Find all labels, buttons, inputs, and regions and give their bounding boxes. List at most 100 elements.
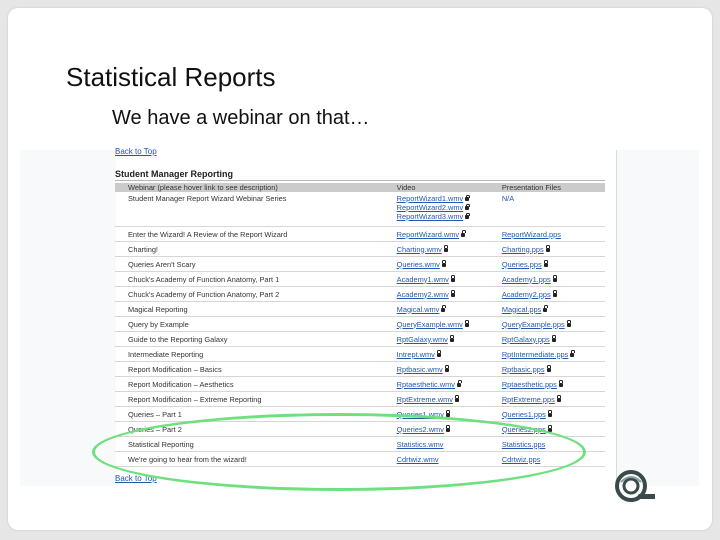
presentation-link[interactable]: Rptaesthetic.pps: [502, 380, 557, 389]
video-cell: ReportWizard1.wmv ReportWizard2.wmv Report…: [397, 194, 502, 221]
table-row: Report Modification – Extreme Reporting R…: [115, 392, 605, 407]
lock-icon: [449, 335, 455, 342]
webinar-name: Magical Reporting: [128, 304, 188, 314]
video-link[interactable]: QueryExample.wmv: [397, 320, 463, 329]
presentation-cell: Academy1.pps: [502, 275, 605, 284]
webinar-name: Query by Example: [128, 319, 189, 329]
video-cell: QueryExample.wmv: [397, 320, 502, 329]
video-link[interactable]: RptExtreme.wmv: [397, 395, 453, 404]
slide-title: Statistical Reports: [66, 62, 276, 92]
video-link[interactable]: Rptbasic.wmv: [397, 365, 443, 374]
video-link[interactable]: Academy1.wmv: [397, 275, 449, 284]
back-to-top-link[interactable]: Back to Top: [115, 147, 157, 156]
presentation-link[interactable]: QueryExample.pps: [502, 320, 565, 329]
webinar-name: Report Modification – Basics: [128, 364, 222, 374]
video-link[interactable]: ReportWizard1.wmv: [397, 194, 464, 203]
video-cell: RptGalaxy.wmv: [397, 335, 502, 344]
lock-icon: [552, 275, 558, 282]
video-cell: Academy2.wmv: [397, 290, 502, 299]
lock-icon: [464, 320, 470, 327]
webinar-name: Queries Aren't Scary: [128, 259, 196, 269]
presentation-cell: Academy2.pps: [502, 290, 605, 299]
video-cell: Queries.wmv: [397, 260, 502, 269]
presentation-cell: Queries1.pps: [502, 410, 605, 419]
presentation-cell: Charting.pps: [502, 245, 605, 254]
presentation-link[interactable]: Queries.pps: [502, 260, 542, 269]
presentation-link[interactable]: Queries1.pps: [502, 410, 546, 419]
lock-icon: [465, 194, 470, 201]
lock-icon: [547, 410, 553, 417]
presentation-cell: RptGalaxy.pps: [502, 335, 605, 344]
table-row: Enter the Wizard! A Review of the Report…: [115, 227, 605, 242]
lock-icon: [444, 365, 450, 372]
lock-icon: [450, 275, 456, 282]
video-link[interactable]: Magical.wmv: [397, 305, 440, 314]
webinar-name: Report Modification – Extreme Reporting: [128, 394, 262, 404]
webinar-name: Guide to the Reporting Galaxy: [128, 334, 228, 344]
table-row: Report Modification – Aesthetics Rptaesth…: [115, 377, 605, 392]
webinar-name: Chuck's Academy of Function Anatomy, Par…: [128, 274, 280, 284]
section-divider: [115, 180, 605, 181]
lock-icon: [450, 290, 456, 297]
webinar-name: Report Modification – Aesthetics: [128, 379, 234, 389]
video-cell: Charting.wmv: [397, 245, 502, 254]
presentation-link[interactable]: Academy1.pps: [502, 275, 551, 284]
video-link[interactable]: Intrept.wmv: [397, 350, 435, 359]
video-cell: Rptaesthetic.wmv: [397, 380, 502, 389]
presentation-link[interactable]: RptExtreme.pps: [502, 395, 555, 404]
presentation-cell: Magical.pps: [502, 305, 605, 314]
presentation-link[interactable]: ReportWizard.pps: [502, 230, 561, 239]
lock-icon: [543, 260, 549, 267]
lock-icon: [457, 380, 462, 387]
presentation-cell: Rptbasic.pps: [502, 365, 605, 374]
video-link[interactable]: ReportWizard.wmv: [397, 230, 459, 239]
webinar-name: Enter the Wizard! A Review of the Report…: [128, 229, 288, 239]
table-row: Charting! Charting.wmv Charting.pps: [115, 242, 605, 257]
webinar-name: Chuck's Academy of Function Anatomy, Par…: [128, 289, 280, 299]
lock-icon: [465, 203, 470, 210]
lock-icon: [566, 320, 572, 327]
table-row: Chuck's Academy of Function Anatomy, Par…: [115, 287, 605, 302]
presentation-link[interactable]: Rptbasic.pps: [502, 365, 545, 374]
presentation-cell: N/A: [502, 194, 605, 203]
highlight-ellipse: [92, 413, 586, 491]
video-link[interactable]: RptGalaxy.wmv: [397, 335, 448, 344]
presentation-link[interactable]: Charting.pps: [502, 245, 544, 254]
lock-icon: [465, 212, 470, 219]
presentation-link[interactable]: RptIntermediate.pps: [502, 350, 569, 359]
presentation-link[interactable]: Magical.pps: [502, 305, 541, 314]
table-row: Student Manager Report Wizard Webinar Se…: [115, 192, 605, 227]
webinar-name: Charting!: [128, 244, 158, 254]
lock-icon: [461, 230, 466, 237]
presentation-cell: RptIntermediate.pps: [502, 350, 605, 359]
video-link[interactable]: Queries.wmv: [397, 260, 440, 269]
video-link[interactable]: ReportWizard2.wmv: [397, 203, 464, 212]
video-link[interactable]: Rptaesthetic.wmv: [397, 380, 455, 389]
video-link[interactable]: ReportWizard3.wmv: [397, 212, 464, 221]
presentation-cell: Queries.pps: [502, 260, 605, 269]
presentation-link[interactable]: RptGalaxy.pps: [502, 335, 550, 344]
lock-icon: [546, 365, 552, 372]
header-video: Video: [396, 183, 416, 192]
video-link[interactable]: Charting.wmv: [397, 245, 442, 254]
video-link[interactable]: Academy2.wmv: [397, 290, 449, 299]
table-row: Guide to the Reporting Galaxy RptGalaxy.w…: [115, 332, 605, 347]
video-cell: Magical.wmv: [397, 305, 502, 314]
lock-icon: [441, 305, 446, 312]
table-row: Intermediate Reporting Intrept.wmv RptInte…: [115, 347, 605, 362]
presentation-link: N/A: [501, 194, 515, 203]
table-row: Chuck's Academy of Function Anatomy, Par…: [115, 272, 605, 287]
lock-icon: [552, 290, 558, 297]
presentation-cell: Rptaesthetic.pps: [502, 380, 605, 389]
page-margin-left: [20, 150, 116, 486]
presentation-cell: ReportWizard.pps: [502, 230, 605, 239]
header-webinar: Webinar (please hover link to see descri…: [128, 183, 278, 192]
lock-icon: [443, 245, 449, 252]
video-cell: ReportWizard.wmv: [397, 230, 502, 239]
video-cell: Academy1.wmv: [397, 275, 502, 284]
table-row: Query by Example QueryExample.wmv QueryExa…: [115, 317, 605, 332]
presentation-link[interactable]: Academy2.pps: [502, 290, 551, 299]
table-row: Queries Aren't Scary Queries.wmv Queries.p…: [115, 257, 605, 272]
header-files: Presentation Files: [501, 183, 561, 192]
lock-icon: [454, 395, 460, 402]
